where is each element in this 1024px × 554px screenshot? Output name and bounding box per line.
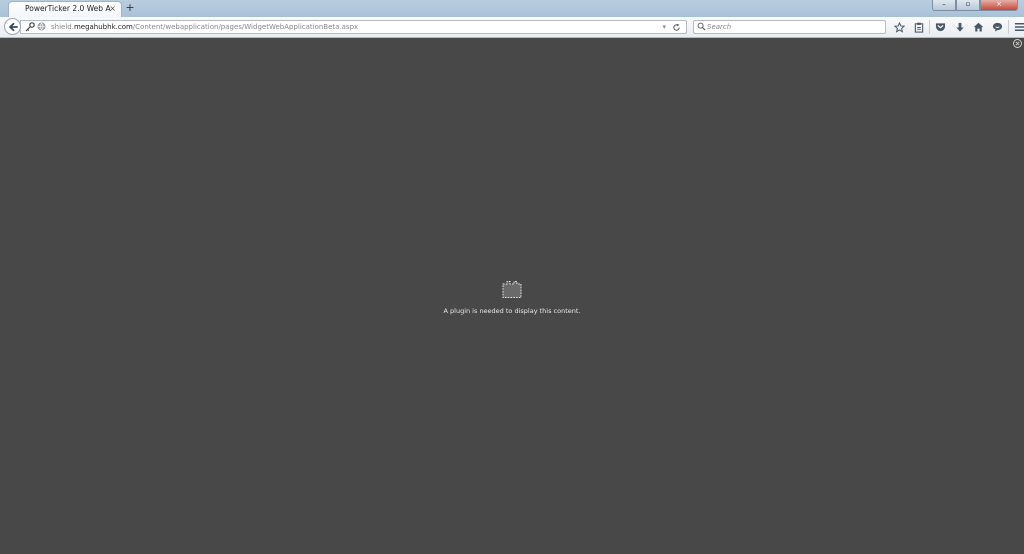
minimize-button[interactable]: – xyxy=(932,0,956,11)
home-icon[interactable] xyxy=(969,20,988,34)
url-path: /Content/webapplication/pages/WidgetWebA… xyxy=(132,23,359,31)
url-prefix: shield. xyxy=(51,23,74,31)
title-bar: PowerTicker 2.0 Web Ap... × + – ▫ × xyxy=(0,0,1024,17)
download-icon[interactable] xyxy=(950,20,969,34)
clipboard-icon[interactable] xyxy=(909,20,928,34)
plugin-message: A plugin is needed to display this conte… xyxy=(443,307,581,315)
pocket-icon[interactable] xyxy=(931,20,950,34)
close-window-button[interactable]: × xyxy=(980,0,1018,11)
key-icon[interactable] xyxy=(25,22,35,35)
plugin-placeholder[interactable]: A plugin is needed to display this conte… xyxy=(412,280,612,315)
tab-title: PowerTicker 2.0 Web Ap... xyxy=(25,4,111,13)
url-bar[interactable]: shield.megahubhk.com/Content/webapplicat… xyxy=(20,20,687,34)
search-input[interactable] xyxy=(707,21,877,33)
hamburger-menu-icon[interactable] xyxy=(1010,20,1024,34)
window-controls: – ▫ × xyxy=(932,0,1018,11)
url-dropdown-icon[interactable]: ▾ xyxy=(662,22,666,33)
chat-icon[interactable] xyxy=(988,20,1007,34)
toolbar-separator xyxy=(1008,20,1009,34)
toolbar-separator xyxy=(929,20,930,34)
toolbar-icons xyxy=(890,20,1024,34)
reload-icon[interactable] xyxy=(672,21,681,36)
back-arrow-icon xyxy=(9,22,18,32)
back-button[interactable] xyxy=(4,18,21,35)
tab-powerticker[interactable]: PowerTicker 2.0 Web Ap... × xyxy=(8,1,122,17)
close-circle-icon[interactable] xyxy=(1013,39,1022,48)
new-tab-button[interactable]: + xyxy=(124,1,136,15)
globe-icon[interactable] xyxy=(37,22,46,34)
url-text[interactable]: shield.megahubhk.com/Content/webapplicat… xyxy=(51,22,358,33)
url-domain: megahubhk.com xyxy=(73,23,133,31)
search-bar[interactable] xyxy=(693,20,886,34)
maximize-button[interactable]: ▫ xyxy=(956,0,980,11)
star-icon[interactable] xyxy=(890,20,909,34)
plugin-icon xyxy=(501,280,523,303)
search-icon xyxy=(697,22,706,31)
navigation-bar: shield.megahubhk.com/Content/webapplicat… xyxy=(0,17,1024,38)
tab-close-icon[interactable]: × xyxy=(109,3,116,15)
